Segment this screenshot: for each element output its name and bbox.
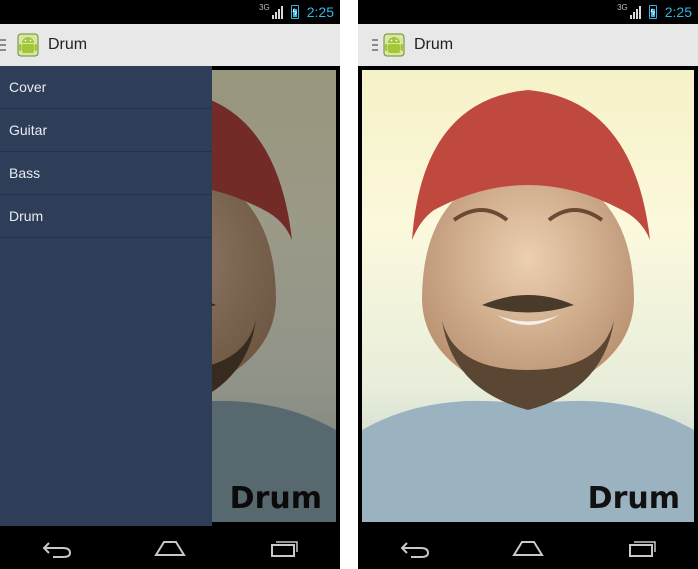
phone-screen-left: 3G ϟ 2:25 Drum Drum Cover Guitar Bass Dr…	[0, 0, 340, 569]
drawer-indicator-icon[interactable]	[372, 39, 378, 51]
android-icon[interactable]	[380, 31, 408, 59]
navigation-bar	[358, 526, 698, 569]
action-bar: Drum	[0, 24, 340, 66]
action-bar: Drum	[358, 24, 698, 66]
drawer-item-drum[interactable]: Drum	[0, 195, 212, 238]
drawer-item-bass[interactable]: Bass	[0, 152, 212, 195]
drawer-indicator-icon[interactable]	[0, 39, 6, 51]
signal-icon	[271, 5, 283, 19]
android-icon[interactable]	[14, 31, 42, 59]
drawer-item-guitar[interactable]: Guitar	[0, 109, 212, 152]
drawer-scrim[interactable]	[212, 66, 340, 526]
battery-icon: ϟ	[648, 5, 657, 19]
phone-screen-right: 3G ϟ 2:25 Drum Drum	[358, 0, 698, 569]
portrait-painting: Drum	[362, 70, 694, 522]
status-bar: 3G ϟ 2:25	[0, 0, 340, 24]
network-type-label: 3G	[617, 2, 628, 12]
back-icon[interactable]	[39, 536, 75, 560]
home-icon[interactable]	[510, 536, 546, 560]
image-caption: Drum	[587, 481, 680, 516]
home-icon[interactable]	[152, 536, 188, 560]
drawer-item-cover[interactable]: Cover	[0, 66, 212, 109]
battery-icon: ϟ	[290, 5, 299, 19]
recents-icon[interactable]	[265, 536, 301, 560]
portrait-illustration	[362, 90, 694, 522]
navigation-drawer: Cover Guitar Bass Drum	[0, 66, 212, 526]
navigation-bar	[0, 526, 340, 569]
status-clock: 2:25	[306, 4, 334, 20]
status-clock: 2:25	[664, 4, 692, 20]
content-area: Drum	[358, 66, 698, 526]
network-type-label: 3G	[259, 2, 270, 12]
action-bar-title: Drum	[48, 36, 88, 53]
recents-icon[interactable]	[623, 536, 659, 560]
back-icon[interactable]	[397, 536, 433, 560]
action-bar-title: Drum	[414, 36, 454, 53]
signal-icon	[629, 5, 641, 19]
status-bar: 3G ϟ 2:25	[358, 0, 698, 24]
